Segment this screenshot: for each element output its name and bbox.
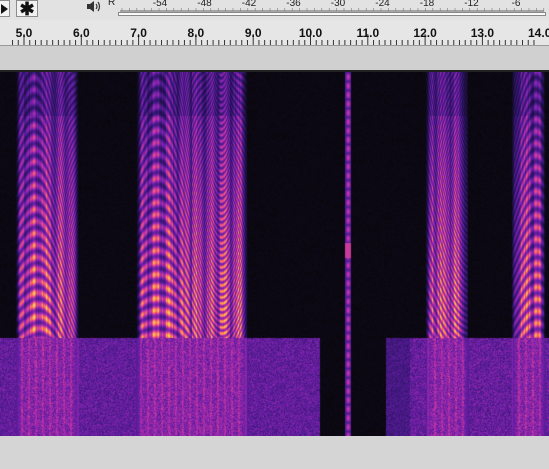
ruler-label: 5.0 <box>15 26 33 40</box>
timeline-ruler[interactable]: 5.0 6.0 7.0 8.0 9.0 10.0 11.0 12.0 13.0 14.0 <box>0 20 549 46</box>
toolbar: ✱ R -54-48-42-36-30-24-18-12-60 <box>0 0 549 21</box>
ruler-label: 14.0 <box>528 26 549 40</box>
ruler-label: 6.0 <box>72 26 90 40</box>
meter-tick-label: -12 <box>464 0 479 9</box>
ruler-label: 13.0 <box>470 26 495 40</box>
meter-channel-label: R <box>108 0 116 8</box>
meter-tick-label: -42 <box>241 0 257 9</box>
ruler-label: 7.0 <box>130 26 147 40</box>
meter-tick-label: -48 <box>197 0 212 9</box>
play-icon <box>0 4 8 14</box>
meter-tick-label: -30 <box>330 0 346 9</box>
playback-meter[interactable]: -54-48-42-36-30-24-18-12-60 <box>118 0 546 16</box>
ruler-label: 8.0 <box>187 26 205 40</box>
track-gap <box>0 46 549 70</box>
meter-tick-label: -36 <box>286 0 301 9</box>
play-button[interactable] <box>0 0 10 17</box>
meter-tick-label: -18 <box>419 0 435 9</box>
meter-tick-label: -6 <box>511 0 521 9</box>
ruler-label: 10.0 <box>298 26 323 40</box>
spectrogram-view[interactable] <box>0 72 549 436</box>
multi-tool-button[interactable]: ✱ <box>16 0 38 19</box>
ruler-label: 11.0 <box>356 26 380 40</box>
ruler-label: 12.0 <box>413 26 437 40</box>
meter-tick-label: -54 <box>152 0 168 9</box>
track-area-background <box>0 436 549 469</box>
speaker-icon[interactable] <box>84 0 104 14</box>
audio-track[interactable] <box>0 70 549 436</box>
asterisk-icon: ✱ <box>19 0 35 19</box>
ruler-label: 9.0 <box>244 26 262 40</box>
meter-tick-label: -24 <box>375 0 390 9</box>
